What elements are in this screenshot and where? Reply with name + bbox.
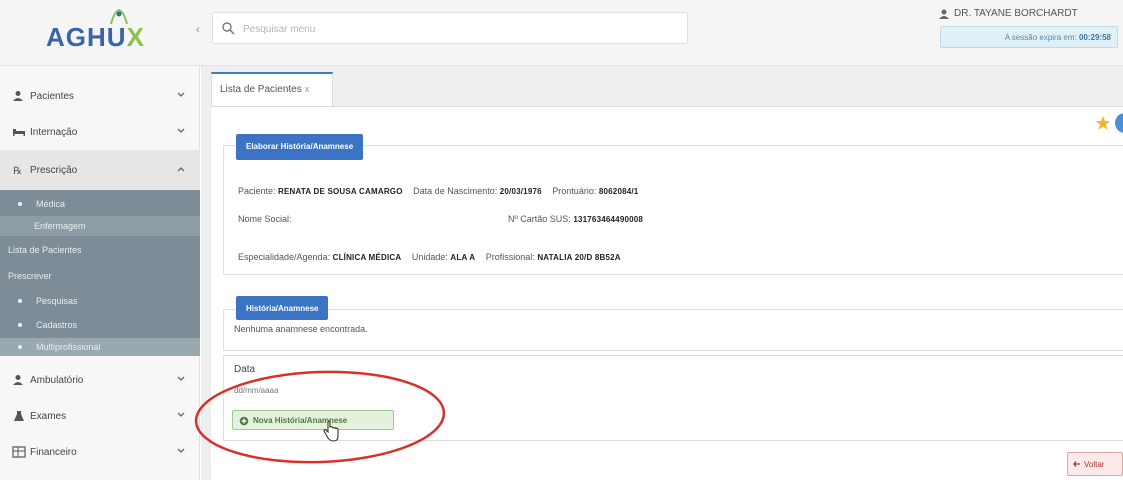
submenu-item-enfermagem[interactable]: Enfermagem: [0, 216, 200, 236]
sidebar-item-ambulatorio[interactable]: Ambulatório: [0, 362, 200, 398]
session-timer-badge: A sessão expira em: 00:29:58: [940, 26, 1118, 48]
submenu-label: Enfermagem: [34, 221, 86, 231]
bullet-icon: [18, 299, 22, 303]
submenu-item-prescrever[interactable]: Prescrever: [0, 264, 200, 288]
bullet-icon: [18, 345, 22, 349]
paciente-field: Paciente: RENATA DE SOUSA CAMARGO Data d…: [238, 186, 639, 196]
flask-icon: [14, 411, 24, 421]
bullet-icon: [18, 202, 22, 206]
cartao-sus-field: Nº Cartão SUS: 131763464490008: [508, 214, 644, 224]
submenu-label: Cadastros: [36, 320, 78, 330]
submenu-label: Lista de Pacientes: [8, 245, 82, 255]
submenu-label: Prescrever: [8, 271, 52, 281]
submenu-label: Médica: [36, 199, 66, 209]
submenu-label: Multiprofissional: [36, 342, 101, 352]
star-favorite-icon[interactable]: [1095, 115, 1111, 131]
highlight-ellipse: [194, 370, 446, 464]
voltar-button[interactable]: Voltar: [1067, 452, 1123, 476]
sidebar: Pacientes Internação ℞ Prescrição Médica…: [0, 66, 200, 480]
submenu-item-medica[interactable]: Médica: [0, 194, 200, 214]
user-name[interactable]: DR. TAYANE BORCHARDT: [954, 8, 1078, 19]
sidebar-item-label: Exames: [30, 410, 67, 422]
top-header: AGHUX ‹ DR. TAYANE BORCHARDT A sessão ex…: [0, 0, 1123, 66]
historia-anamnese-panel: História/Anamnese Nenhuma anamnese encon…: [223, 296, 1123, 351]
sidebar-item-exames[interactable]: Exames: [0, 398, 200, 434]
user-icon: [13, 91, 23, 101]
sidebar-item-internacao[interactable]: Internação: [0, 114, 200, 150]
sidebar-item-prescricao[interactable]: ℞ Prescrição: [0, 150, 200, 190]
submenu-item-lista-pacientes[interactable]: Lista de Pacientes: [0, 238, 200, 262]
elaborar-historia-button[interactable]: Elaborar História/Anamnese: [236, 134, 364, 160]
bed-icon: [13, 129, 25, 136]
historia-anamnese-button[interactable]: História/Anamnese: [236, 296, 329, 320]
tab-label: Lista de Pacientes: [220, 84, 302, 95]
tab-lista-pacientes[interactable]: Lista de Pacientes x: [211, 72, 333, 106]
empty-message: Nenhuma anamnese encontrada.: [234, 324, 368, 334]
chevron-down-icon: [177, 448, 185, 453]
chevron-down-icon: [177, 128, 185, 133]
bullet-icon: [18, 323, 22, 327]
patient-info-panel: Elaborar História/Anamnese Paciente: REN…: [223, 134, 1123, 275]
chevron-down-icon: [177, 376, 185, 381]
search-icon: [222, 22, 235, 35]
nome-social-field: Nome Social:: [238, 214, 292, 224]
search-box[interactable]: [212, 12, 688, 44]
sidebar-item-pacientes[interactable]: Pacientes: [0, 78, 200, 114]
voltar-label: Voltar: [1084, 460, 1105, 469]
chevron-down-icon: [177, 92, 185, 97]
back-arrow-icon: [1073, 461, 1080, 467]
user-icon: [939, 9, 949, 19]
svg-text:℞: ℞: [13, 166, 22, 176]
user-icon: [13, 375, 23, 385]
submenu-item-multiprofissional[interactable]: Multiprofissional: [0, 338, 200, 356]
user-area: DR. TAYANE BORCHARDT A sessão expira em:…: [938, 6, 1120, 56]
chevron-up-icon: [177, 167, 185, 172]
table-icon: [12, 446, 26, 458]
chevron-down-icon: [177, 412, 185, 417]
aghux-logo[interactable]: AGHUX: [46, 8, 156, 56]
close-tab-icon[interactable]: x: [305, 84, 310, 94]
especialidade-field: Especialidade/Agenda: CLÍNICA MÉDICA Uni…: [238, 252, 621, 262]
submenu-label: Pesquisas: [36, 296, 78, 306]
submenu-item-pesquisas[interactable]: Pesquisas: [0, 290, 200, 312]
search-input[interactable]: [243, 19, 673, 39]
collapse-sidebar-icon[interactable]: ‹: [196, 24, 208, 38]
sidebar-item-label: Internação: [30, 126, 78, 138]
hand-cursor-icon: [323, 420, 339, 442]
submenu-item-cadastros[interactable]: Cadastros: [0, 314, 200, 336]
sidebar-item-label: Pacientes: [30, 90, 74, 102]
sidebar-item-label: Prescrição: [30, 164, 78, 176]
help-button[interactable]: [1115, 113, 1123, 133]
prescription-icon: ℞: [13, 166, 22, 176]
sidebar-item-financeiro[interactable]: Financeiro: [0, 434, 200, 470]
sidebar-item-label: Financeiro: [30, 446, 77, 458]
sidebar-item-label: Ambulatório: [30, 374, 84, 386]
logo-text: AGHUX: [46, 22, 145, 52]
prescricao-submenu: Médica Enfermagem Lista de Pacientes Pre…: [0, 190, 200, 356]
